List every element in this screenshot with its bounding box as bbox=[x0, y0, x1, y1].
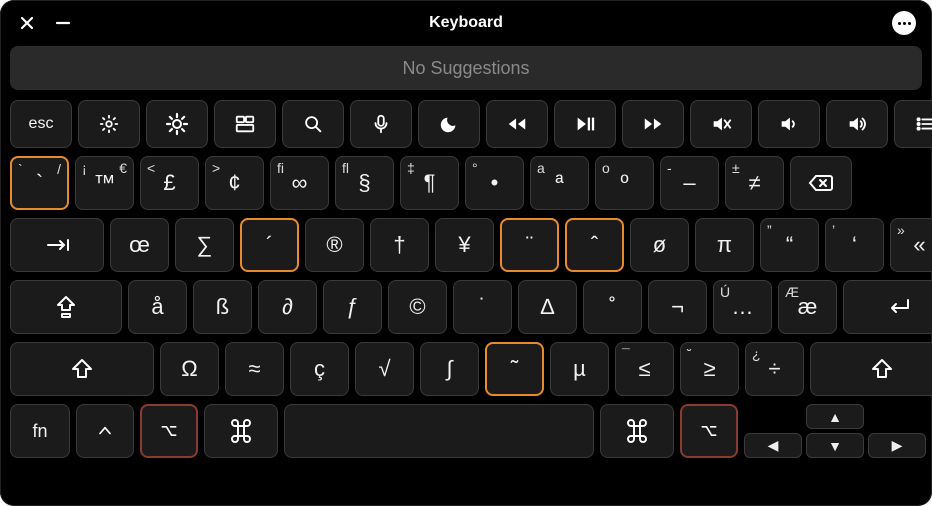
key-¨[interactable]: ¨ bbox=[500, 218, 559, 272]
arrow-down-key[interactable]: ▼ bbox=[806, 433, 864, 458]
list-key[interactable] bbox=[894, 100, 932, 148]
key-¢[interactable]: >¢ bbox=[205, 156, 264, 210]
home-row: åß∂ƒ©˙∆˚¬Ú…Ææ bbox=[10, 280, 922, 334]
key-µ[interactable]: µ bbox=[550, 342, 609, 396]
key-≈[interactable]: ≈ bbox=[225, 342, 284, 396]
key-√[interactable]: √ bbox=[355, 342, 414, 396]
key-¶[interactable]: ‡¶ bbox=[400, 156, 459, 210]
arrow-cluster: ▲ ◀ ▼ ▶ bbox=[744, 404, 926, 458]
key-∞[interactable]: fi∞ bbox=[270, 156, 329, 210]
key-©[interactable]: © bbox=[388, 280, 447, 334]
brightness-up-key[interactable] bbox=[146, 100, 208, 148]
command-right-key[interactable] bbox=[600, 404, 674, 458]
window-title: Keyboard bbox=[429, 14, 503, 32]
key-«[interactable]: »« bbox=[890, 218, 932, 272]
dictation-key[interactable] bbox=[350, 100, 412, 148]
key-…[interactable]: Ú… bbox=[713, 280, 772, 334]
brightness-down-key[interactable] bbox=[78, 100, 140, 148]
key-∂[interactable]: ∂ bbox=[258, 280, 317, 334]
fn-key[interactable]: fn bbox=[10, 404, 70, 458]
titlebar: Keyboard bbox=[10, 8, 922, 38]
key-•[interactable]: °• bbox=[465, 156, 524, 210]
backspace-key[interactable] bbox=[790, 156, 852, 210]
key-˙[interactable]: ˙ bbox=[453, 280, 512, 334]
key-ª[interactable]: aª bbox=[530, 156, 589, 210]
play-pause-key[interactable] bbox=[554, 100, 616, 148]
suggestions-bar[interactable]: No Suggestions bbox=[10, 46, 922, 90]
key-œ[interactable]: œ bbox=[110, 218, 169, 272]
key-≠[interactable]: ±≠ bbox=[725, 156, 784, 210]
key-º[interactable]: oº bbox=[595, 156, 654, 210]
mute-key[interactable] bbox=[690, 100, 752, 148]
key-‘[interactable]: ’‘ bbox=[825, 218, 884, 272]
suggestions-text: No Suggestions bbox=[402, 58, 529, 79]
control-key[interactable] bbox=[76, 404, 134, 458]
key-`[interactable]: `/` bbox=[10, 156, 69, 210]
key-æ[interactable]: Ææ bbox=[778, 280, 837, 334]
key-ß[interactable]: ß bbox=[193, 280, 252, 334]
shift-row: Ω≈ç√∫˜µ¯≤˘≥¿÷ bbox=[10, 342, 922, 396]
option-left-key[interactable] bbox=[140, 404, 198, 458]
key-´[interactable]: ´ bbox=[240, 218, 299, 272]
search-key[interactable] bbox=[282, 100, 344, 148]
qwerty-row: œ∑´®†¥¨ˆøπ”“’‘»« bbox=[10, 218, 922, 272]
key-†[interactable]: † bbox=[370, 218, 429, 272]
shift-right-key[interactable] bbox=[810, 342, 932, 396]
key-˜[interactable]: ˜ bbox=[485, 342, 544, 396]
number-row: `/`¡€™<£>¢fi∞fl§‡¶°•aªoº-–±≠ bbox=[10, 156, 922, 210]
more-menu-icon[interactable] bbox=[892, 11, 916, 35]
key-∑[interactable]: ∑ bbox=[175, 218, 234, 272]
close-icon[interactable] bbox=[18, 14, 36, 32]
key-®[interactable]: ® bbox=[305, 218, 364, 272]
key-π[interactable]: π bbox=[695, 218, 754, 272]
arrow-up-key[interactable]: ▲ bbox=[806, 404, 864, 429]
spacebar-key[interactable] bbox=[284, 404, 594, 458]
arrow-left-key[interactable]: ◀ bbox=[744, 433, 802, 458]
option-right-key[interactable] bbox=[680, 404, 738, 458]
key-Ω[interactable]: Ω bbox=[160, 342, 219, 396]
keyboard-window: Keyboard No Suggestions esc bbox=[0, 0, 932, 506]
bottom-row: fn ▲ ◀ ▼ ▶ bbox=[10, 404, 922, 458]
shift-left-key[interactable] bbox=[10, 342, 154, 396]
rewind-key[interactable] bbox=[486, 100, 548, 148]
key-∆[interactable]: ∆ bbox=[518, 280, 577, 334]
key-“[interactable]: ”“ bbox=[760, 218, 819, 272]
key-å[interactable]: å bbox=[128, 280, 187, 334]
key-§[interactable]: fl§ bbox=[335, 156, 394, 210]
key-≤[interactable]: ¯≤ bbox=[615, 342, 674, 396]
key-¥[interactable]: ¥ bbox=[435, 218, 494, 272]
do-not-disturb-key[interactable] bbox=[418, 100, 480, 148]
key-÷[interactable]: ¿÷ bbox=[745, 342, 804, 396]
keyboard-grid: esc `/`¡€™<£>¢fi∞fl§‡¶°•aªoº-–±≠ œ∑´®†¥¨… bbox=[10, 100, 922, 496]
key-˚[interactable]: ˚ bbox=[583, 280, 642, 334]
command-left-key[interactable] bbox=[204, 404, 278, 458]
minimize-icon[interactable] bbox=[54, 14, 72, 32]
volume-down-key[interactable] bbox=[758, 100, 820, 148]
key-™[interactable]: ¡€™ bbox=[75, 156, 134, 210]
tab-key[interactable] bbox=[10, 218, 104, 272]
fast-forward-key[interactable] bbox=[622, 100, 684, 148]
key-ø[interactable]: ø bbox=[630, 218, 689, 272]
key-–[interactable]: -– bbox=[660, 156, 719, 210]
return-key[interactable] bbox=[843, 280, 932, 334]
mission-control-key[interactable] bbox=[214, 100, 276, 148]
function-row: esc bbox=[10, 100, 922, 148]
key-¬[interactable]: ¬ bbox=[648, 280, 707, 334]
arrow-right-key[interactable]: ▶ bbox=[868, 433, 926, 458]
key-ˆ[interactable]: ˆ bbox=[565, 218, 624, 272]
volume-up-key[interactable] bbox=[826, 100, 888, 148]
key-ç[interactable]: ç bbox=[290, 342, 349, 396]
key-ƒ[interactable]: ƒ bbox=[323, 280, 382, 334]
key-≥[interactable]: ˘≥ bbox=[680, 342, 739, 396]
key-£[interactable]: <£ bbox=[140, 156, 199, 210]
capslock-key[interactable] bbox=[10, 280, 122, 334]
esc-key[interactable]: esc bbox=[10, 100, 72, 148]
key-∫[interactable]: ∫ bbox=[420, 342, 479, 396]
